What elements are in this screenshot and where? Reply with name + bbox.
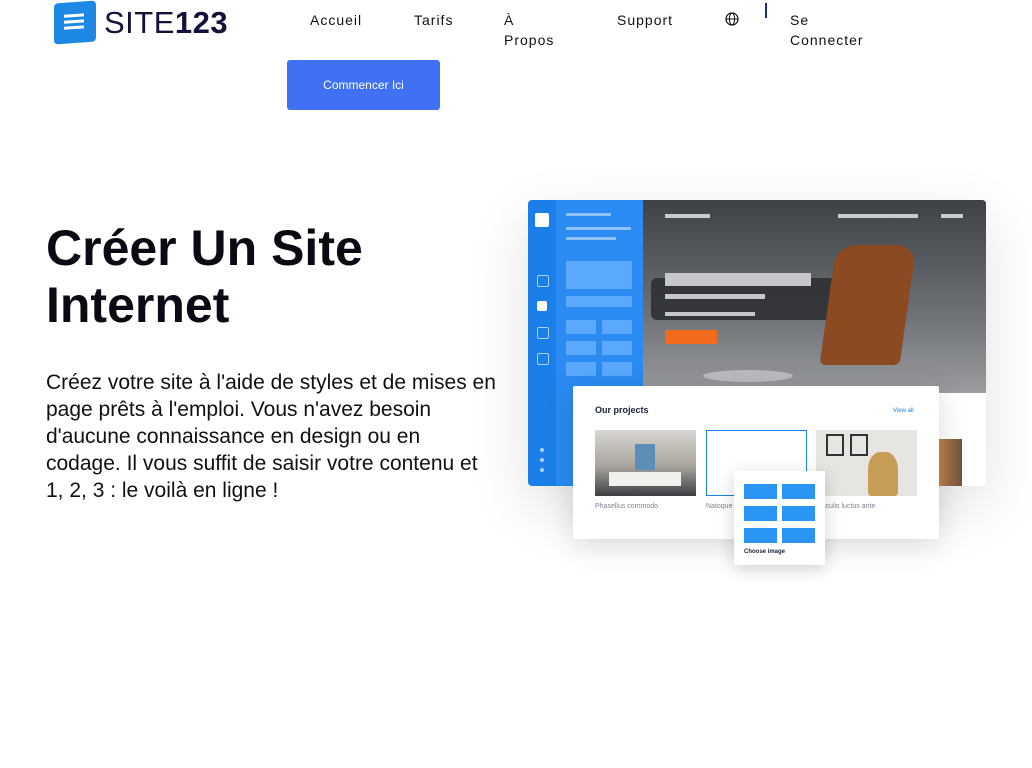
- logo-text: SITE123: [104, 4, 229, 40]
- project-1-caption: Phasellus commodo: [595, 503, 659, 510]
- globe-icon[interactable]: [725, 12, 739, 26]
- site123-logo[interactable]: SITE123: [54, 0, 229, 45]
- mockup-logo-icon: [535, 213, 549, 227]
- project-1-image: [595, 430, 696, 496]
- nav-support-link[interactable]: Support: [617, 10, 673, 30]
- project-2-caption: Natoque: [706, 503, 733, 510]
- project-3-caption: iculis luctus ante: [824, 503, 876, 510]
- view-all-link: View all: [893, 408, 914, 414]
- mockup-rail: [528, 200, 556, 486]
- nav-divider: [765, 3, 767, 18]
- peek-image: [939, 439, 962, 486]
- mockup-hero-photo: [643, 200, 986, 393]
- choose-image-popup: Choose image: [734, 471, 825, 565]
- projects-card-title: Our projects: [595, 405, 649, 415]
- nav-home-link[interactable]: Accueil: [310, 10, 362, 30]
- project-3-image: [816, 430, 917, 496]
- logo-icon: [54, 0, 96, 45]
- start-here-button[interactable]: Commencer Ici: [287, 60, 440, 110]
- nav-about-link[interactable]: À Propos: [504, 10, 554, 50]
- nav-pricing-link[interactable]: Tarifs: [414, 10, 453, 30]
- choose-image-label: Choose image: [744, 549, 786, 555]
- nav-login-link[interactable]: Se Connecter: [790, 10, 864, 50]
- hero-title: Créer Un Site Internet: [46, 220, 363, 333]
- hero-description: Créez votre site à l'aide de styles et d…: [46, 371, 496, 502]
